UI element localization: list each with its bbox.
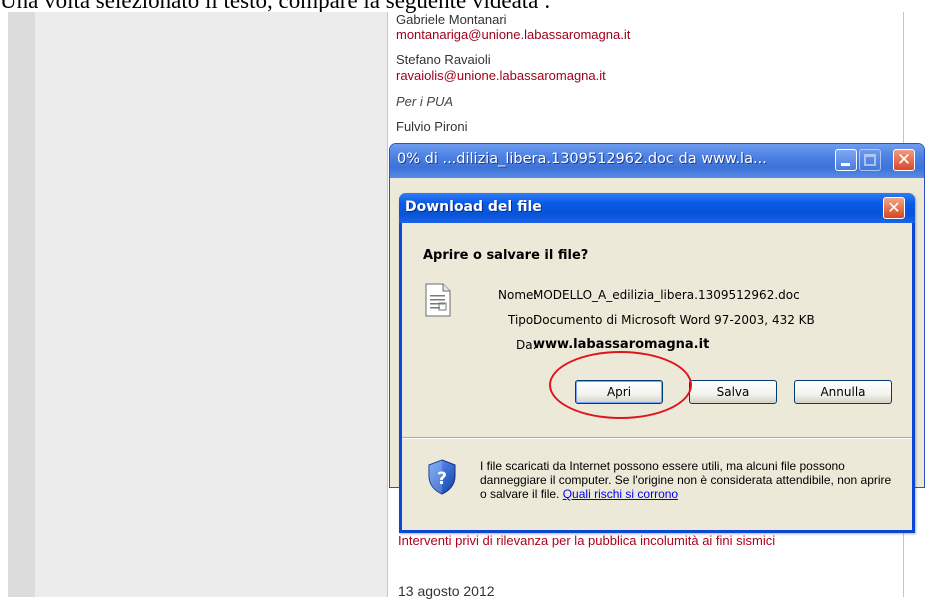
source-value: www.labassaromagna.it xyxy=(533,337,710,352)
page-sidebar xyxy=(35,12,388,597)
contact-email[interactable]: ravaiolis@unione.labassaromagna.it xyxy=(396,68,606,83)
maximize-icon xyxy=(864,154,876,166)
minimize-icon xyxy=(841,163,850,166)
contact-name: Stefano Ravaioli xyxy=(396,52,491,67)
dialog-close-button[interactable]: ✕ xyxy=(883,197,905,219)
warning-text: I file scaricati da Internet possono ess… xyxy=(480,459,892,501)
security-warning: I file scaricati da Internet possono ess… xyxy=(480,459,900,501)
maximize-button[interactable] xyxy=(859,149,881,171)
svg-text:?: ? xyxy=(437,469,447,489)
page-link[interactable]: Interventi privi di rilevanza per la pub… xyxy=(398,533,775,548)
progress-close-button[interactable]: ✕ xyxy=(893,149,915,171)
word-document-icon xyxy=(425,283,451,317)
close-icon: ✕ xyxy=(896,150,912,170)
annotation-circle xyxy=(549,351,692,419)
minimize-button[interactable] xyxy=(835,149,857,171)
cancel-button[interactable]: Annulla xyxy=(794,380,892,404)
close-icon: ✕ xyxy=(887,198,901,217)
dialog-title-bar[interactable]: Download del file ✕ xyxy=(399,193,915,223)
save-button[interactable]: Salva xyxy=(689,380,777,404)
contact-name: Gabriele Montanari xyxy=(396,12,507,27)
download-dialog: Download del file ✕ Aprire o salvare il … xyxy=(399,193,915,533)
contact-name: Fulvio Pironi xyxy=(396,119,468,134)
section-label: Per i PUA xyxy=(396,94,454,109)
progress-title: 0% di ...dilizia_libera.1309512962.doc d… xyxy=(397,151,767,167)
risks-link[interactable]: Quali rischi si corrono xyxy=(563,487,678,501)
name-label: Nome: xyxy=(498,288,538,302)
file-name-value: MODELLO_A_edilizia_libera.1309512962.doc xyxy=(533,288,800,302)
file-type-value: Documento di Microsoft Word 97-2003, 432… xyxy=(533,313,815,327)
shield-question-icon: ? xyxy=(428,459,456,495)
progress-title-bar[interactable]: 0% di ...dilizia_libera.1309512962.doc d… xyxy=(390,144,924,178)
page-left-margin xyxy=(8,12,35,597)
contact-email[interactable]: montanariga@unione.labassaromagna.it xyxy=(396,27,630,42)
dialog-separator xyxy=(402,437,912,439)
dialog-question: Aprire o salvare il file? xyxy=(423,248,589,263)
dialog-title: Download del file xyxy=(405,199,542,215)
